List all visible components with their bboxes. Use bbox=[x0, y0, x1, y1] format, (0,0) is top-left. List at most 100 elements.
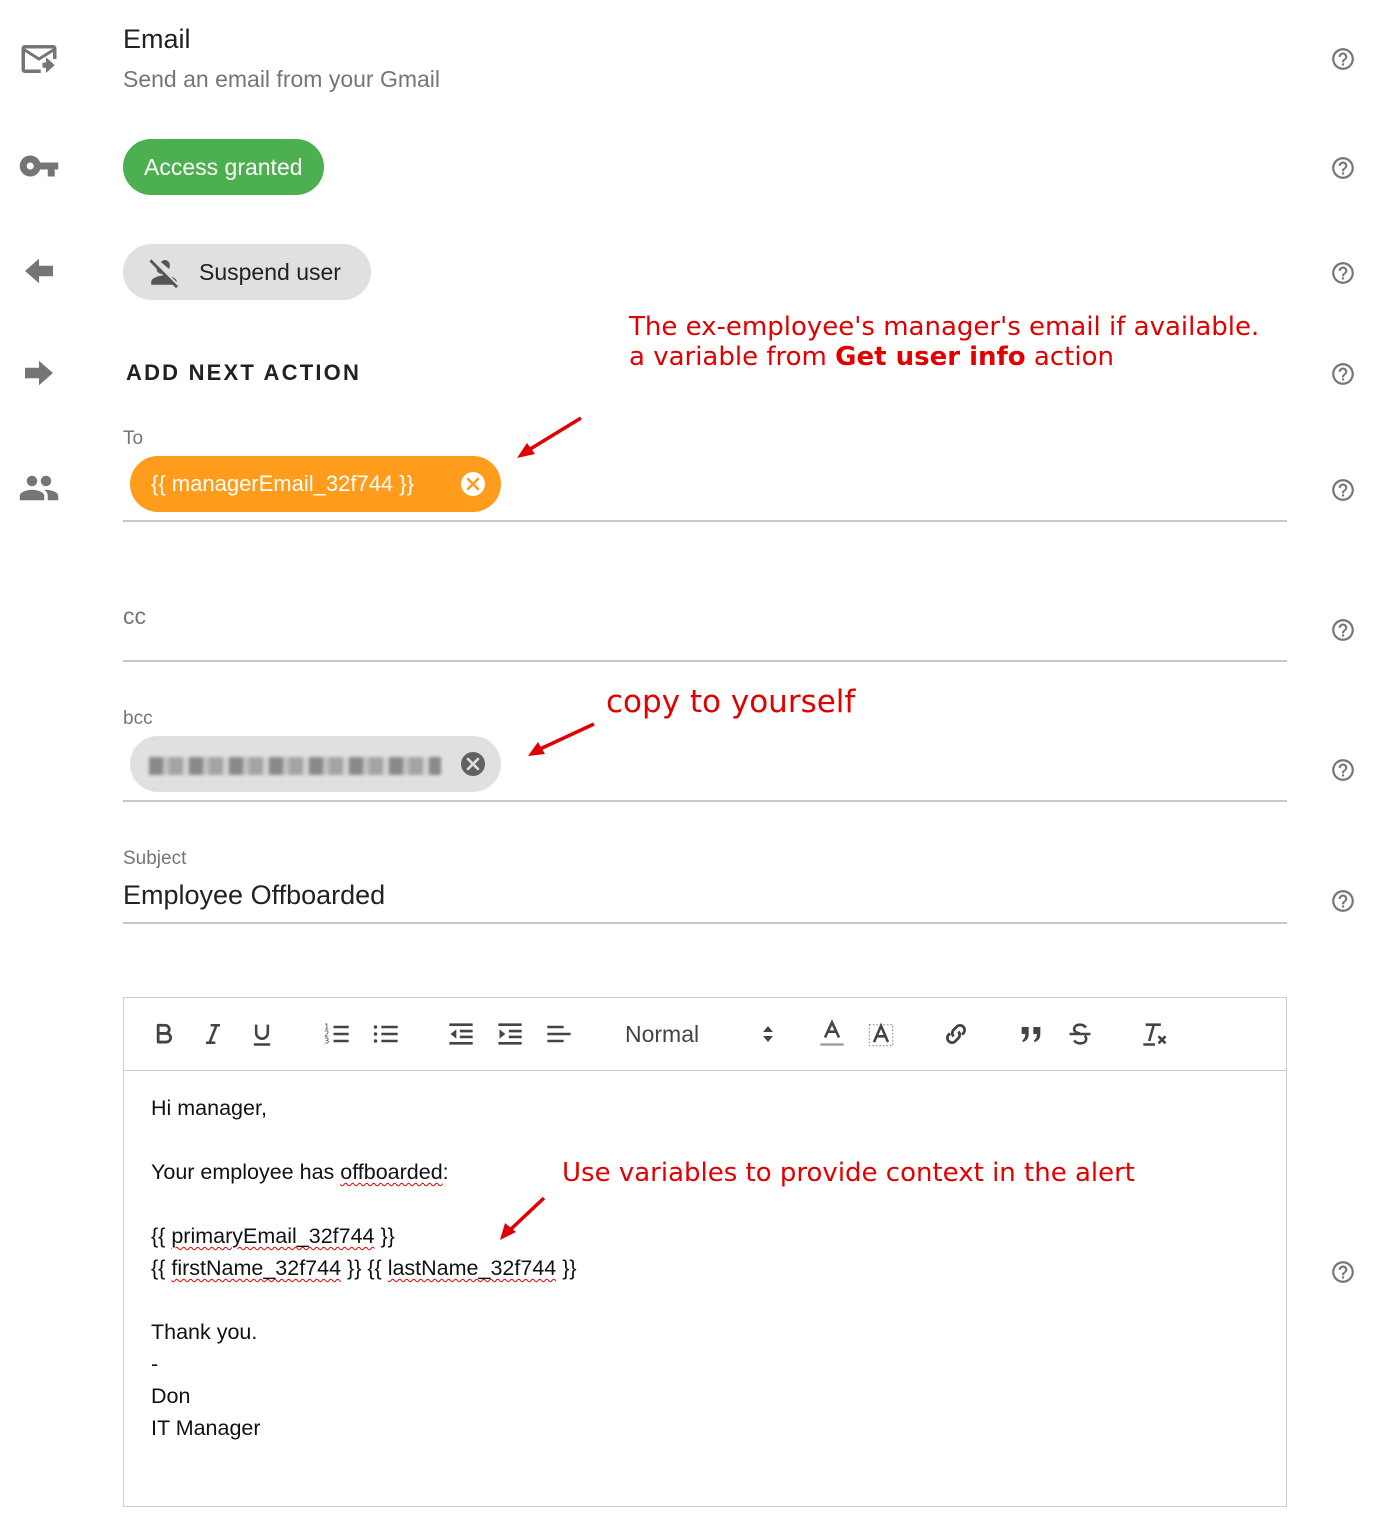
annotation-text: a variable from bbox=[629, 342, 836, 372]
help-icon[interactable] bbox=[1330, 617, 1356, 643]
variable-first-name: firstName_32f744 bbox=[171, 1256, 342, 1280]
subject-label: Subject bbox=[123, 848, 187, 869]
bold-icon bbox=[156, 1023, 173, 1044]
remove-bcc-chip-button[interactable] bbox=[461, 752, 485, 776]
cc-field[interactable]: cc bbox=[123, 603, 146, 630]
body-text: : bbox=[442, 1160, 449, 1184]
clear-formatting-icon bbox=[1143, 1023, 1167, 1046]
svg-text:3: 3 bbox=[324, 1035, 329, 1045]
outdent-icon bbox=[449, 1023, 473, 1045]
page-title: Email bbox=[123, 24, 191, 54]
underline-icon bbox=[253, 1024, 271, 1046]
key-icon bbox=[18, 145, 60, 187]
quote-icon bbox=[1021, 1027, 1041, 1043]
body-text: }} bbox=[374, 1224, 395, 1248]
person-off-icon bbox=[149, 259, 179, 289]
email-forward-icon bbox=[18, 38, 60, 80]
access-granted-chip[interactable]: Access granted bbox=[123, 139, 324, 195]
annotation-manager-line2: a variable from Get user info action bbox=[629, 342, 1114, 372]
bcc-field-underline[interactable] bbox=[123, 800, 1287, 802]
bullet-list-button[interactable] bbox=[370, 1018, 402, 1050]
subject-input[interactable]: Employee Offboarded bbox=[123, 880, 385, 911]
add-next-action-button[interactable]: ADD NEXT ACTION bbox=[126, 360, 361, 386]
close-icon bbox=[466, 757, 480, 771]
body-blank-line bbox=[151, 1284, 577, 1316]
subject-field-underline[interactable] bbox=[123, 922, 1287, 924]
annotation-text: action bbox=[1025, 342, 1114, 372]
annotation-arrow-icon bbox=[517, 416, 582, 458]
font-size-select[interactable]: Normal bbox=[625, 1016, 775, 1052]
strikethrough-button[interactable] bbox=[1064, 1018, 1096, 1050]
select-arrows-icon bbox=[763, 1026, 773, 1042]
blockquote-button[interactable] bbox=[1015, 1018, 1047, 1050]
help-icon[interactable] bbox=[1330, 155, 1356, 181]
help-icon[interactable] bbox=[1330, 757, 1356, 783]
help-icon[interactable] bbox=[1330, 260, 1356, 286]
font-size-value: Normal bbox=[625, 1020, 700, 1047]
body-line: Your employee has offboarded: bbox=[151, 1156, 577, 1188]
variable-last-name: lastName_32f744 bbox=[387, 1256, 557, 1280]
background-color-icon bbox=[868, 1022, 894, 1047]
body-line: - bbox=[151, 1352, 159, 1376]
cc-field-underline[interactable] bbox=[123, 660, 1287, 662]
body-text: Your employee has bbox=[151, 1160, 341, 1184]
body-text: {{ bbox=[151, 1256, 172, 1280]
help-icon[interactable] bbox=[1330, 361, 1356, 387]
annotation-copy: copy to yourself bbox=[606, 684, 856, 720]
text-color-icon bbox=[820, 1020, 844, 1046]
variable-primary-email: primaryEmail_32f744 bbox=[171, 1224, 375, 1248]
body-line: Hi manager, bbox=[151, 1096, 267, 1120]
body-line: {{ firstName_32f744 }} {{ lastName_32f74… bbox=[151, 1252, 577, 1284]
body-text: }} bbox=[556, 1256, 577, 1280]
annotation-arrow-icon bbox=[500, 1196, 546, 1240]
annotation-variables: Use variables to provide context in the … bbox=[562, 1158, 1136, 1188]
help-icon[interactable] bbox=[1330, 1259, 1356, 1285]
numbered-list-icon: 123 bbox=[324, 1021, 349, 1045]
remove-to-chip-button[interactable] bbox=[461, 472, 485, 496]
italic-icon bbox=[206, 1023, 220, 1045]
align-button[interactable] bbox=[543, 1018, 575, 1050]
arrow-back-icon bbox=[18, 250, 60, 292]
to-label: To bbox=[123, 428, 144, 449]
indent-button[interactable] bbox=[494, 1018, 526, 1050]
spellcheck-word: offboarded bbox=[340, 1160, 443, 1184]
email-body-text[interactable]: Hi manager, Your employee has offboarded… bbox=[151, 1092, 577, 1444]
email-body-editor[interactable]: 123 Normal Hi manager, Your employee has… bbox=[123, 997, 1287, 1507]
page-subtitle: Send an email from your Gmail bbox=[123, 66, 441, 92]
align-left-icon bbox=[547, 1025, 571, 1043]
body-text: {{ bbox=[151, 1224, 172, 1248]
to-chip-text: {{ managerEmail_32f744 }} bbox=[151, 471, 414, 496]
underline-button[interactable] bbox=[246, 1018, 278, 1050]
bullet-list-icon bbox=[373, 1025, 398, 1043]
annotation-arrow-icon bbox=[528, 722, 595, 756]
background-color-button[interactable] bbox=[865, 1018, 897, 1050]
help-icon[interactable] bbox=[1330, 477, 1356, 503]
to-recipient-chip[interactable]: {{ managerEmail_32f744 }} bbox=[130, 456, 501, 512]
close-icon bbox=[466, 477, 480, 491]
help-icon[interactable] bbox=[1330, 46, 1356, 72]
body-line: Don bbox=[151, 1384, 191, 1408]
access-granted-label: Access granted bbox=[144, 153, 303, 180]
body-line: IT Manager bbox=[151, 1416, 261, 1440]
text-color-button[interactable] bbox=[816, 1018, 848, 1050]
help-icon[interactable] bbox=[1330, 888, 1356, 914]
clear-formatting-button[interactable] bbox=[1139, 1018, 1171, 1050]
bold-button[interactable] bbox=[148, 1018, 180, 1050]
bcc-label: bcc bbox=[123, 708, 153, 729]
suspend-user-label: Suspend user bbox=[199, 258, 341, 285]
body-blank-line bbox=[151, 1124, 577, 1156]
suspend-user-chip[interactable]: Suspend user bbox=[123, 244, 371, 300]
link-button[interactable] bbox=[940, 1018, 972, 1050]
arrow-forward-icon bbox=[18, 352, 60, 394]
body-line: Thank you. bbox=[151, 1320, 258, 1344]
italic-button[interactable] bbox=[197, 1018, 229, 1050]
strikethrough-icon bbox=[1069, 1023, 1091, 1045]
editor-toolbar: 123 Normal bbox=[124, 998, 1286, 1071]
annotation-bold-text: Get user info bbox=[835, 342, 1026, 372]
numbered-list-button[interactable]: 123 bbox=[321, 1018, 353, 1050]
body-text: }} {{ bbox=[341, 1256, 388, 1280]
to-field-underline[interactable] bbox=[123, 520, 1287, 522]
annotation-manager-line1: The ex-employee's manager's email if ava… bbox=[629, 312, 1260, 342]
outdent-button[interactable] bbox=[445, 1018, 477, 1050]
redacted-email bbox=[149, 757, 441, 775]
